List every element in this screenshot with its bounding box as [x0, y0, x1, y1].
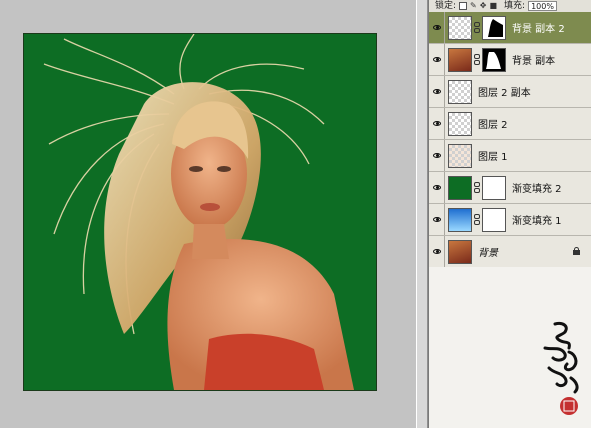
- visibility-eye-icon[interactable]: [429, 76, 444, 107]
- layer-thumbnail: [448, 15, 472, 40]
- link-chain-icon: [473, 213, 481, 226]
- calligraphy-signature: [543, 322, 579, 415]
- layer-row-layer-1[interactable]: 图层 1: [429, 140, 591, 172]
- lock-label: 锁定:: [435, 1, 457, 11]
- visibility-eye-icon[interactable]: [429, 172, 444, 203]
- layer-row-gradient-fill-2[interactable]: 渐变填充 2: [429, 172, 591, 204]
- row-separator: [444, 236, 445, 267]
- layer-mask-thumbnail[interactable]: [482, 175, 506, 200]
- layer-name[interactable]: 渐变填充 1: [512, 212, 562, 227]
- panel-divider: [416, 0, 428, 428]
- visibility-eye-icon[interactable]: [429, 236, 444, 267]
- layer-name[interactable]: 背景 副本: [512, 52, 555, 67]
- layer-thumbnail: [448, 207, 472, 232]
- layer-name[interactable]: 背景 副本 2: [512, 20, 565, 35]
- link-chain-icon: [473, 21, 481, 34]
- layer-mask-thumbnail[interactable]: [482, 207, 506, 232]
- layer-mask-thumbnail[interactable]: [482, 47, 506, 72]
- link-chain-icon: [473, 53, 481, 66]
- fill-label: 填充:: [504, 1, 526, 11]
- visibility-eye-icon[interactable]: [429, 44, 444, 75]
- layer-name[interactable]: 图层 1: [478, 148, 508, 163]
- row-separator: [444, 140, 445, 171]
- visibility-eye-icon[interactable]: [429, 12, 444, 43]
- row-separator: [444, 76, 445, 107]
- lock-bar: 锁定: ✎ ✥ ■ 填充: 100%: [429, 0, 591, 12]
- document-canvas-area[interactable]: [0, 0, 416, 428]
- layer-thumbnail: [448, 111, 472, 136]
- row-separator: [444, 12, 445, 43]
- layer-name[interactable]: 图层 2: [478, 116, 508, 131]
- layer-name[interactable]: 图层 2 副本: [478, 84, 531, 99]
- layer-row-bg-copy-2[interactable]: 背景 副本 2: [429, 12, 591, 44]
- layer-name[interactable]: 渐变填充 2: [512, 180, 562, 195]
- layer-row-gradient-fill-1[interactable]: 渐变填充 1: [429, 204, 591, 236]
- layer-thumbnail: [448, 79, 472, 104]
- layer-row-layer-2[interactable]: 图层 2: [429, 108, 591, 140]
- layer-row-background[interactable]: 背景: [429, 236, 591, 268]
- lock-paint-icon[interactable]: ✎: [470, 0, 477, 12]
- portrait-image: [24, 34, 376, 390]
- visibility-eye-icon[interactable]: [429, 140, 444, 171]
- visibility-eye-icon[interactable]: [429, 204, 444, 235]
- link-chain-icon: [473, 181, 481, 194]
- visibility-eye-icon[interactable]: [429, 108, 444, 139]
- layer-thumbnail: [448, 47, 472, 72]
- row-separator: [444, 44, 445, 75]
- row-separator: [444, 204, 445, 235]
- lock-move-icon[interactable]: ✥: [480, 0, 487, 12]
- layer-name[interactable]: 背景: [478, 244, 498, 259]
- fill-value-field[interactable]: 100%: [528, 1, 557, 11]
- layer-thumbnail: [448, 239, 472, 264]
- layer-mask-thumbnail[interactable]: [482, 15, 506, 40]
- layer-row-bg-copy[interactable]: 背景 副本: [429, 44, 591, 76]
- lock-all-icon[interactable]: ■: [489, 0, 497, 12]
- layer-row-layer-2-copy[interactable]: 图层 2 副本: [429, 76, 591, 108]
- lock-icon: [573, 247, 580, 255]
- layer-thumbnail: [448, 143, 472, 168]
- lock-transparent-icon[interactable]: [459, 2, 468, 10]
- row-separator: [444, 108, 445, 139]
- canvas-image[interactable]: [24, 34, 376, 390]
- layer-thumbnail: [448, 175, 472, 200]
- row-separator: [444, 172, 445, 203]
